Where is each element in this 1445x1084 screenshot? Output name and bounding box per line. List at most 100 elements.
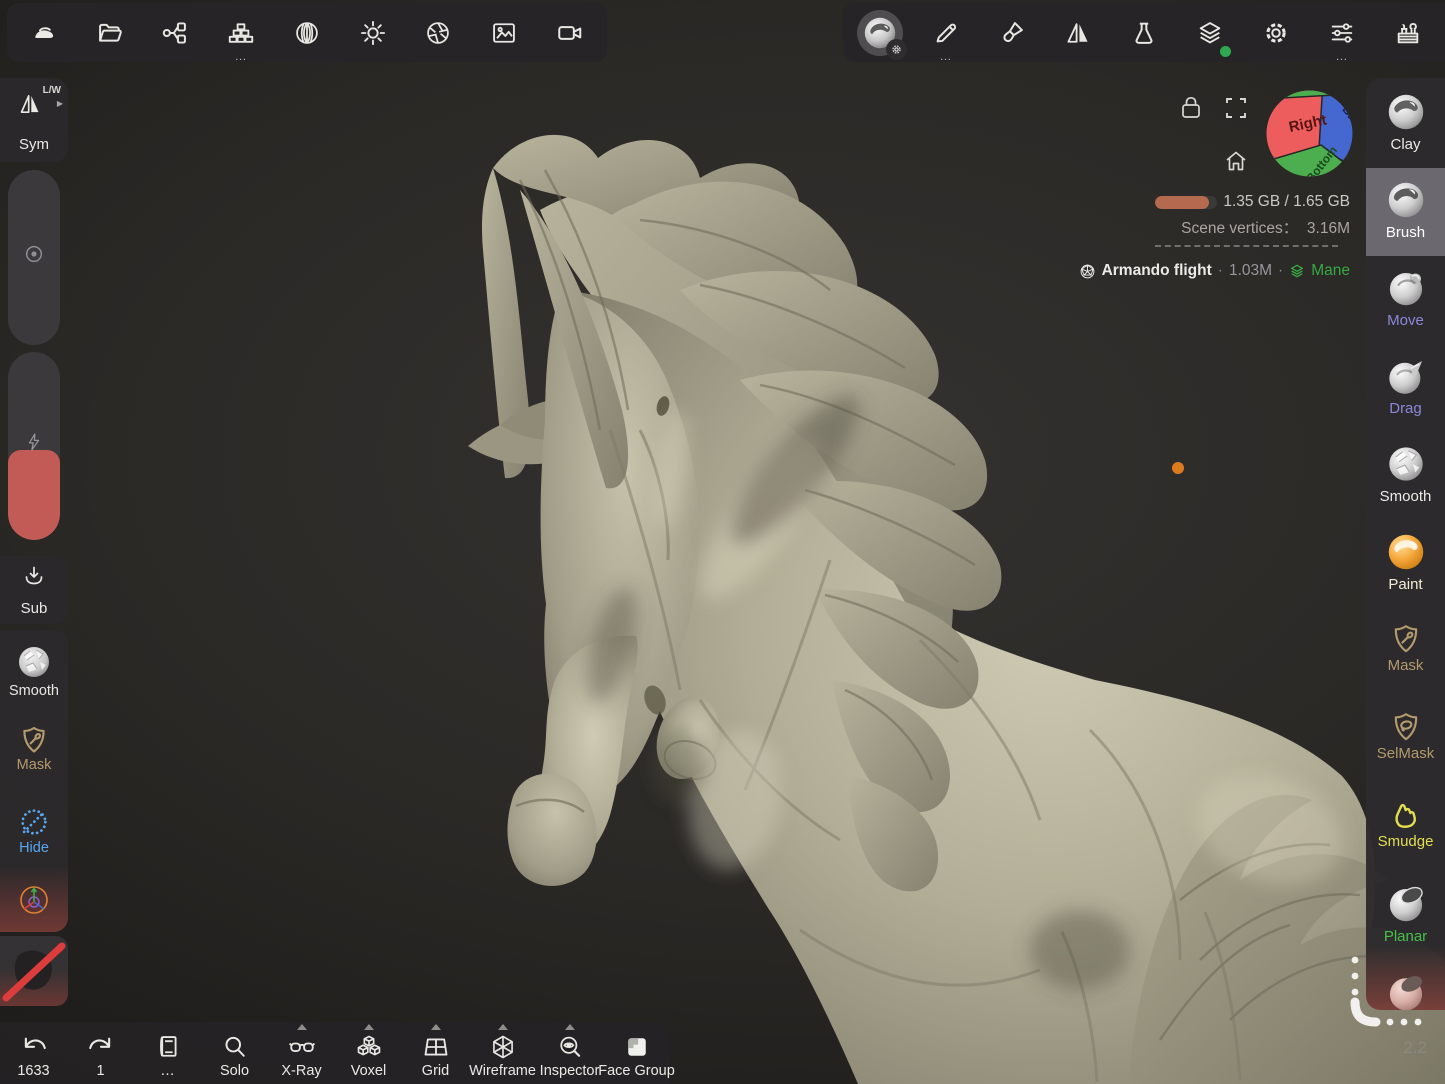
orientation-navball[interactable]: Right Back Bottom <box>1265 89 1354 178</box>
wireframe-hexagon-icon <box>489 1033 517 1061</box>
wireframe-button[interactable]: Wireframe <box>469 1022 536 1084</box>
xray-label: X-Ray <box>281 1063 321 1079</box>
tool-move[interactable]: Move <box>1366 256 1445 344</box>
tool-smooth[interactable]: Smooth <box>1366 432 1445 520</box>
inspector-caret-icon[interactable] <box>565 1024 575 1030</box>
xray-glasses-icon <box>287 1033 317 1061</box>
lighting-sun-icon[interactable] <box>344 6 402 60</box>
panel-resize-handle[interactable] <box>1340 946 1432 1032</box>
transform-gizmo-icon <box>17 883 51 917</box>
tool-mask-label: Mask <box>1366 657 1445 674</box>
lock-icon[interactable] <box>1183 98 1199 117</box>
material-gear-badge-icon <box>886 39 907 60</box>
sym-expand-arrow-icon[interactable]: ▶ <box>57 99 63 108</box>
hud-divider <box>1155 245 1338 247</box>
facegroup-button[interactable]: Face Group <box>603 1022 670 1084</box>
layers-status-dot <box>1220 46 1231 57</box>
hide-dotted-icon <box>17 805 51 839</box>
tool-drag-label: Drag <box>1366 400 1445 417</box>
redo-button[interactable]: 1 <box>67 1022 134 1084</box>
solo-magnifier-icon <box>221 1033 249 1061</box>
camera-icon[interactable] <box>541 6 599 60</box>
clay-sphere-icon <box>1383 89 1429 135</box>
nomad-logo-icon[interactable] <box>15 6 73 60</box>
tool-drag[interactable]: Drag <box>1366 344 1445 432</box>
wireframe-caret-icon[interactable] <box>498 1024 508 1030</box>
object-name: Armando flight <box>1102 262 1212 280</box>
top-right-toolbar: … … <box>843 3 1445 62</box>
voxel-button[interactable]: Voxel <box>335 1022 402 1084</box>
subdivision-panel: Sub <box>0 556 68 624</box>
tool-brush[interactable]: Brush <box>1366 168 1445 256</box>
subdivide-icon[interactable] <box>22 564 46 588</box>
undo-count: 1633 <box>17 1063 49 1079</box>
smudge-finger-icon <box>1388 796 1424 832</box>
files-folder-icon[interactable] <box>81 6 139 60</box>
scene-graph-icon[interactable] <box>146 6 204 60</box>
background-image-icon[interactable] <box>475 6 533 60</box>
experimental-flask-icon[interactable] <box>1115 6 1173 60</box>
symmetry-icon[interactable] <box>17 91 43 117</box>
tool-clay-label: Clay <box>1366 136 1445 153</box>
tool-planar-label: Planar <box>1366 928 1445 945</box>
material-sphere-icon[interactable] <box>851 6 909 60</box>
tool-selmask-label: SelMask <box>1366 745 1445 762</box>
scene-vertices-value: 3.16M <box>1307 220 1350 237</box>
material-sphere-halo <box>857 10 903 56</box>
settings-gear-icon[interactable] <box>1247 6 1305 60</box>
layer-name: Mane <box>1311 262 1350 280</box>
sub-button[interactable]: Sub <box>0 600 68 617</box>
voxel-caret-icon[interactable] <box>364 1024 374 1030</box>
tweaks-more-dots: … <box>1336 51 1349 61</box>
postprocess-aperture-icon[interactable] <box>409 6 467 60</box>
quick-smooth-button[interactable]: Smooth <box>0 642 68 699</box>
mask-shield-icon <box>1389 622 1423 656</box>
grid-caret-icon[interactable] <box>431 1024 441 1030</box>
tool-paint[interactable]: Paint <box>1366 520 1445 608</box>
material-globe-icon[interactable] <box>278 6 336 60</box>
tool-smudge[interactable]: Smudge <box>1366 784 1445 872</box>
alpha-panel <box>0 936 68 1006</box>
tool-selmask[interactable]: SelMask <box>1366 696 1445 784</box>
brush-palette-panel: Clay Brush Move Drag Smooth Paint Mask S… <box>1366 78 1445 1010</box>
planar-sphere-icon <box>1383 881 1429 927</box>
quick-mask-button[interactable]: Mask <box>0 724 68 773</box>
paint-brush-icon[interactable] <box>983 6 1041 60</box>
xray-caret-icon[interactable] <box>297 1024 307 1030</box>
undo-button[interactable]: 1633 <box>0 1022 67 1084</box>
history-button[interactable]: … <box>134 1022 201 1084</box>
inspector-button[interactable]: Inspector <box>536 1022 603 1084</box>
gizmo-button[interactable] <box>17 883 51 917</box>
home-icon[interactable] <box>1224 150 1248 172</box>
smooth-rock-icon <box>14 642 54 682</box>
no-alpha-icon[interactable] <box>0 936 68 1006</box>
solo-button[interactable]: Solo <box>201 1022 268 1084</box>
scene-vertices-text: Scene vertices： 3.16M <box>1100 216 1350 238</box>
quick-hide-button[interactable]: Hide <box>0 805 68 856</box>
smooth-rock-icon <box>1383 441 1429 487</box>
grid-button[interactable]: Grid <box>402 1022 469 1084</box>
nomad-sculpt-app: { "version": "2.2", "canvas": { "content… <box>0 0 1445 1084</box>
intensity-slider[interactable] <box>8 352 60 540</box>
symmetry-panel: L/W ▶ Sym <box>0 78 68 162</box>
sym-button[interactable]: Sym <box>0 136 68 153</box>
layer-icon <box>1289 263 1305 279</box>
tool-clay[interactable]: Clay <box>1366 80 1445 168</box>
voxel-cubes-icon <box>355 1033 383 1061</box>
xray-button[interactable]: X-Ray <box>268 1022 335 1084</box>
radius-slider[interactable] <box>8 170 60 345</box>
tool-mask[interactable]: Mask <box>1366 608 1445 696</box>
layers-icon[interactable] <box>1181 6 1239 60</box>
topology-icon[interactable]: … <box>212 6 270 60</box>
scene-vertices-label: Scene vertices： <box>1181 220 1298 237</box>
symmetry-mirror-icon[interactable] <box>1049 6 1107 60</box>
mask-shield-icon <box>18 724 50 756</box>
stroke-more-dots: … <box>940 51 953 61</box>
fullscreen-icon[interactable] <box>1227 99 1245 117</box>
toolbox-icon[interactable] <box>1379 6 1437 60</box>
stroke-pencil-icon[interactable]: … <box>917 6 975 60</box>
tweaks-sliders-icon[interactable]: … <box>1313 6 1371 60</box>
inspector-eye-icon <box>556 1033 584 1061</box>
tool-smudge-label: Smudge <box>1366 833 1445 850</box>
selected-object-row[interactable]: Armando flight · 1.03M · Mane <box>1000 262 1350 280</box>
